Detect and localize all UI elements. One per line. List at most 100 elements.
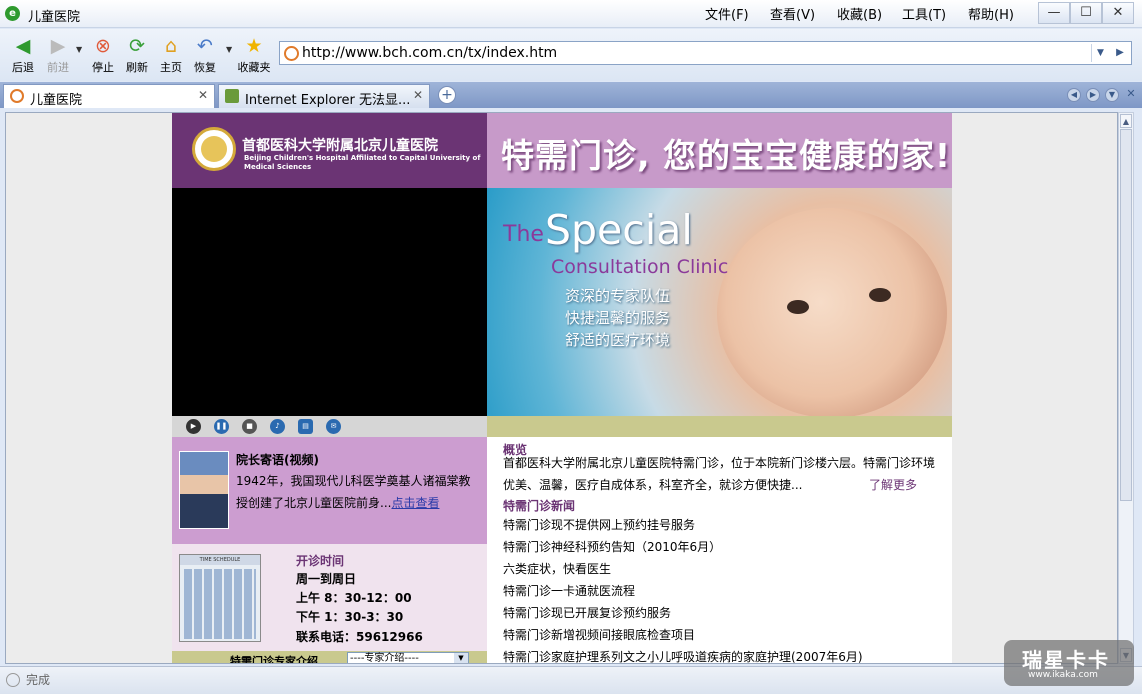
slogan: 特需门诊, 您的宝宝健康的家! (501, 136, 952, 175)
tab-children-hospital[interactable]: 儿童医院 ✕ (3, 84, 215, 108)
slogan-header: 特需门诊, 您的宝宝健康的家! (487, 113, 952, 188)
tab-ie-error[interactable]: Internet Explorer 无法显... ✕ (218, 84, 430, 108)
schedule-phone: 联系电话：59612966 (296, 630, 423, 644)
vertical-scrollbar[interactable]: ▲ ▼ (1118, 112, 1134, 664)
watermark-text: 瑞星卡卡 (1022, 648, 1110, 672)
message-text: 1942年，我国现代儿科医学奠基人诸福棠教授创建了北京儿童医院前身...点击查看 (236, 470, 480, 514)
forward-button[interactable]: ▶ 前进 (38, 33, 78, 75)
forward-arrow-icon: ▶ (50, 35, 66, 57)
forward-dropdown-icon[interactable]: ▼ (76, 45, 82, 54)
page-icon (284, 46, 299, 61)
schedule-calendar: TIME SCHEDULE (179, 554, 261, 642)
tab-bar: 儿童医院 ✕ Internet Explorer 无法显... ✕ (0, 82, 1142, 108)
status-bar: 完成 (0, 666, 1142, 694)
restore-button[interactable]: ↶ 恢复 (185, 33, 225, 75)
browser-icon: e (5, 6, 20, 21)
menu-help[interactable]: 帮助(H) (968, 4, 1014, 23)
minimize-button[interactable]: — (1038, 2, 1070, 24)
save-icon[interactable]: ▤ (298, 419, 313, 434)
hospital-name-en: Beijing Children's Hospital Affiliated t… (244, 154, 481, 171)
chevron-down-icon[interactable]: ▼ (454, 653, 468, 663)
banner-special: Special (545, 206, 693, 254)
calendar-label: TIME SCHEDULE (180, 555, 260, 565)
title-bar: e 儿童医院 文件(F) 查看(V) 收藏(B) 工具(T) 帮助(H) — ☐… (0, 0, 1142, 28)
new-tab-button[interactable]: + (438, 86, 456, 104)
expert-select[interactable]: ----专家介绍---- ▼ (347, 652, 469, 664)
tabs-list-icon[interactable]: ▼ (1105, 88, 1119, 102)
news-item[interactable]: 特需门诊新增视频间接眼底检查项目 (503, 626, 695, 643)
expert-bar: 特需门诊专家介绍 ----专家介绍---- ▼ (172, 651, 487, 664)
schedule-pm: 下午 1：30-3：30 (296, 610, 404, 624)
banner-feature: 舒适的医疗环境 (565, 331, 671, 349)
menu-view[interactable]: 查看(V) (770, 4, 815, 23)
banner-feature: 资深的专家队伍 (565, 287, 671, 305)
director-portrait (179, 451, 229, 529)
scroll-up-icon[interactable]: ▲ (1120, 114, 1132, 128)
video-player[interactable] (172, 188, 487, 416)
url-input[interactable]: http://www.bch.com.cn/tx/index.htm (302, 45, 557, 61)
star-icon: ★ (245, 35, 263, 57)
hospital-name-cn: 首都医科大学附属北京儿童医院 (242, 138, 438, 154)
clinic-banner: The Special Consultation Clinic 资深的专家队伍 … (487, 188, 952, 418)
close-tab-icon[interactable]: ✕ (198, 88, 208, 102)
close-tabs-icon[interactable]: ✕ (1124, 88, 1138, 102)
news-item[interactable]: 特需门诊神经科预约告知（2010年6月） (503, 538, 721, 555)
pause-icon[interactable]: ❚❚ (214, 419, 229, 434)
tabs-right-icon[interactable]: ▶ (1086, 88, 1100, 102)
favorites-button[interactable]: ★ 收藏夹 (234, 33, 274, 75)
stop-video-icon[interactable]: ■ (242, 419, 257, 434)
stop-icon: ⊗ (95, 35, 111, 57)
message-title: 院长寄语(视频) (236, 453, 319, 467)
news-item[interactable]: 六类症状，快看医生 (503, 560, 611, 577)
watermark-logo: 瑞星卡卡 www.ikaka.com (1004, 640, 1134, 686)
menu-favorites[interactable]: 收藏(B) (837, 4, 882, 23)
maximize-button[interactable]: ☐ (1070, 2, 1102, 24)
expert-label: 特需门诊专家介绍 (230, 655, 318, 664)
go-arrow-icon[interactable]: ▶ (1111, 44, 1129, 62)
news-item[interactable]: 特需门诊现不提供网上预约挂号服务 (503, 516, 695, 533)
home-icon: ⌂ (164, 35, 178, 57)
address-dropdown-icon[interactable]: ▼ (1091, 44, 1109, 62)
hospital-logo[interactable] (192, 127, 236, 171)
refresh-icon: ⟳ (129, 35, 145, 57)
more-link[interactable]: 了解更多 (869, 476, 917, 493)
menu-tools[interactable]: 工具(T) (902, 4, 946, 23)
director-message: 院长寄语(视频) 1942年，我国现代儿科医学奠基人诸福棠教授创建了北京儿童医院… (172, 437, 487, 544)
news-item[interactable]: 特需门诊现已开展复诊预约服务 (503, 604, 671, 621)
close-tab-icon[interactable]: ✕ (413, 88, 423, 102)
restore-dropdown-icon[interactable]: ▼ (226, 45, 232, 54)
hospital-header: 首都医科大学附属北京儿童医院 Beijing Children's Hospit… (172, 113, 487, 188)
news-item[interactable]: 特需门诊一卡通就医流程 (503, 582, 635, 599)
schedule-box: TIME SCHEDULE 开诊时间 周一到周日 上午 8：30-12：00 下… (172, 544, 487, 651)
scroll-thumb[interactable] (1120, 129, 1132, 501)
play-icon[interactable]: ▶ (186, 419, 201, 434)
schedule-am: 上午 8：30-12：00 (296, 591, 412, 605)
calendar-grid (184, 569, 256, 639)
expert-select-value: ----专家介绍---- (350, 653, 419, 664)
banner-the: The (503, 222, 544, 247)
mail-icon[interactable]: ✉ (326, 419, 341, 434)
window-title: 儿童医院 (28, 10, 81, 25)
baby-photo (717, 208, 947, 418)
volume-icon[interactable]: ♪ (270, 419, 285, 434)
view-link[interactable]: 点击查看 (391, 496, 439, 510)
baby-eye (787, 300, 809, 314)
web-viewport: 首都医科大学附属北京儿童医院 Beijing Children's Hospit… (5, 112, 1118, 664)
menu-file[interactable]: 文件(F) (705, 4, 749, 23)
banner-clinic: Consultation Clinic (551, 256, 729, 278)
news-item[interactable]: 特需门诊家庭护理系列文之小儿呼吸道疾病的家庭护理(2007年6月) (503, 648, 863, 663)
back-arrow-icon: ◀ (15, 35, 31, 57)
schedule-days: 周一到周日 (296, 572, 357, 586)
watermark-url: www.ikaka.com (1028, 670, 1098, 680)
close-button[interactable]: ✕ (1102, 2, 1134, 24)
back-button[interactable]: ◀ 后退 (3, 33, 43, 75)
undo-icon: ↶ (197, 35, 213, 57)
schedule-title: 开诊时间 (296, 554, 345, 568)
banner-feature: 快捷温馨的服务 (565, 309, 671, 327)
news-title: 特需门诊新闻 (503, 499, 576, 513)
tabs-left-icon[interactable]: ◀ (1067, 88, 1081, 102)
video-controls: ▶ ❚❚ ■ ♪ ▤ ✉ (172, 416, 487, 437)
divider-bar (487, 416, 952, 437)
address-bar[interactable]: http://www.bch.com.cn/tx/index.htm ▼ ▶ (279, 41, 1132, 65)
baby-eye (869, 288, 891, 302)
